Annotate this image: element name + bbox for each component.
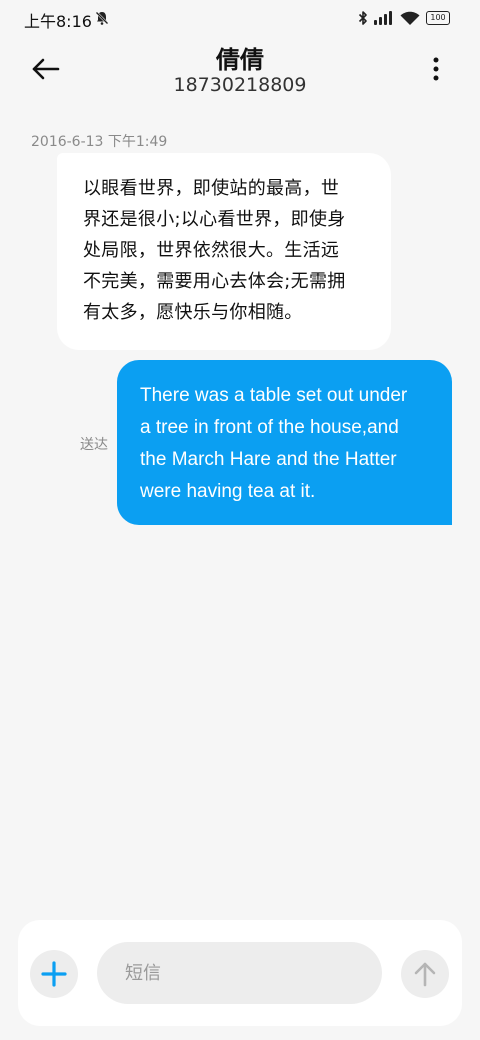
outgoing-message-bubble[interactable]: There was a table set out under a tree i… — [117, 360, 452, 525]
wifi-icon — [400, 11, 420, 26]
status-time: 上午8:16 — [24, 12, 92, 31]
message-line: There was a table set out under — [140, 385, 408, 406]
message-composer — [18, 920, 462, 1026]
plus-icon — [30, 950, 78, 998]
contact-name: 倩倩 — [216, 46, 264, 74]
send-button[interactable] — [401, 950, 449, 998]
incoming-message-bubble[interactable]: 以眼看世界，即使站的最高，世 界还是很小;以心看世界，即使身 处局限，世界依然很… — [57, 153, 391, 350]
message-line: 处局限，世界依然很大。生活远 — [83, 240, 340, 261]
conversation-header: 倩倩 18730218809 — [0, 36, 480, 106]
more-options-button[interactable] — [424, 56, 448, 82]
signal-icon — [374, 11, 394, 25]
phone-number: 18730218809 — [173, 74, 307, 96]
delivery-status: 送达 — [80, 437, 108, 453]
message-line: the March Hare and the Hatter — [140, 449, 397, 470]
message-line: a tree in front of the house,and — [140, 417, 399, 438]
battery-icon: 100 — [426, 11, 450, 25]
message-line: 界还是很小;以心看世界，即使身 — [83, 209, 346, 230]
message-input[interactable] — [97, 942, 382, 1004]
bluetooth-icon — [358, 10, 368, 26]
send-arrow-icon — [401, 950, 449, 998]
add-attachment-button[interactable] — [30, 950, 78, 998]
more-vertical-icon — [424, 56, 448, 82]
message-line: 不完美，需要用心去体会;无需拥 — [83, 271, 346, 292]
message-line: were having tea at it. — [140, 481, 316, 502]
status-bar: 上午8:16 100 — [0, 0, 480, 36]
message-line: 有太多，愿快乐与你相随。 — [83, 302, 303, 323]
message-timestamp: 2016-6-13 下午1:49 — [31, 134, 168, 150]
message-line: 以眼看世界，即使站的最高，世 — [83, 178, 340, 199]
do-not-disturb-icon — [94, 10, 110, 26]
